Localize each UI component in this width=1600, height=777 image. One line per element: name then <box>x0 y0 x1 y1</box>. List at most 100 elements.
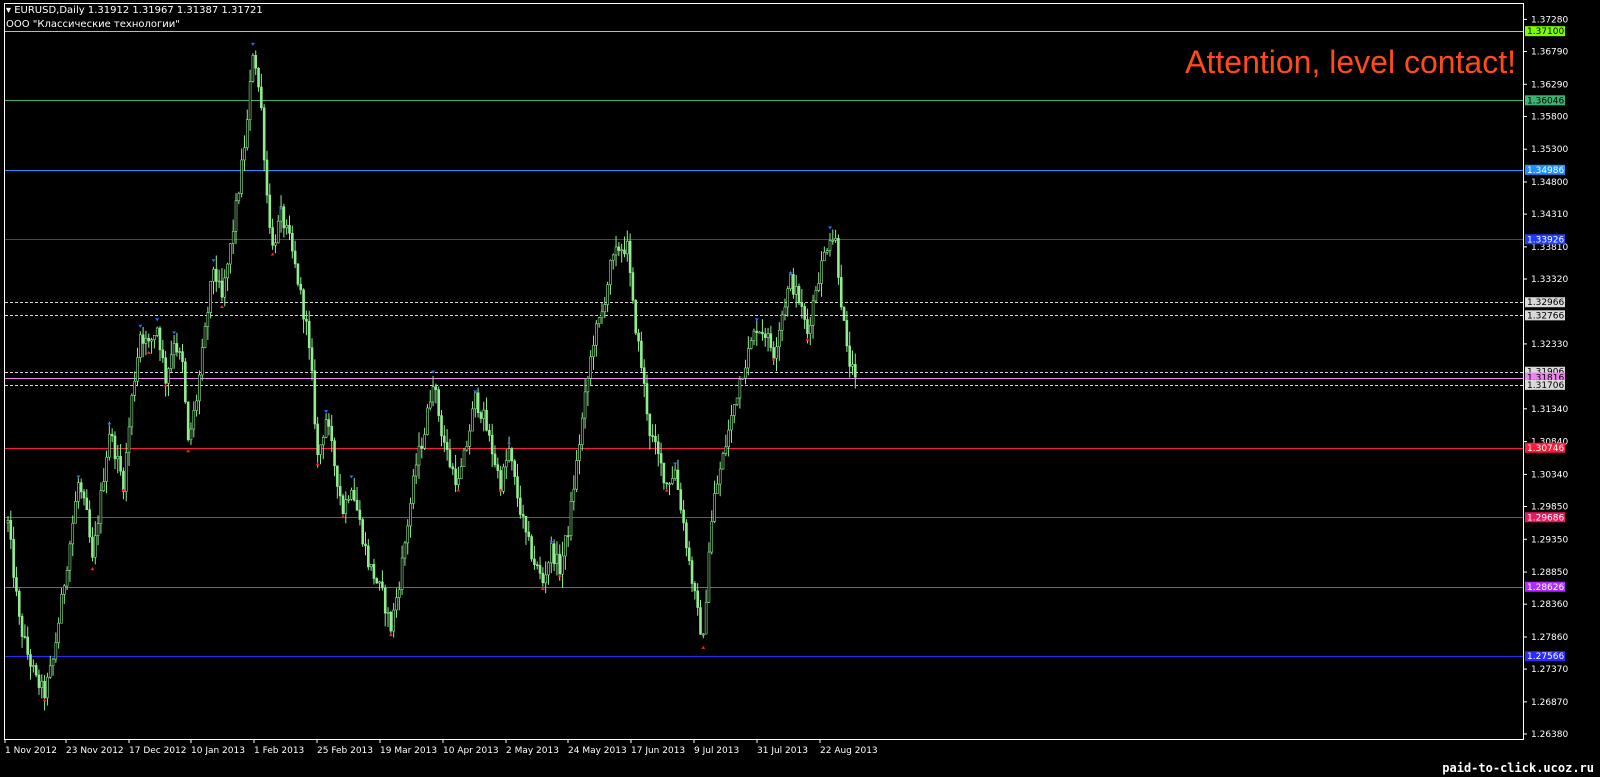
candle-body-297 <box>842 306 846 321</box>
candle-body-301 <box>854 364 857 378</box>
candle-body-255 <box>724 446 728 454</box>
candle-144 <box>412 468 415 510</box>
candle-body-281 <box>797 286 801 304</box>
candle-254 <box>721 451 725 470</box>
candle-body-190 <box>541 572 545 584</box>
candle-171 <box>488 423 491 442</box>
candle-274 <box>778 322 781 361</box>
candle-body-34 <box>102 481 106 492</box>
candle-body-277 <box>786 288 790 308</box>
candle-body-111 <box>319 444 322 455</box>
x-tick-label-3: 10 Jan 2013 <box>191 746 245 756</box>
candle-body-1 <box>9 520 13 540</box>
candle-93 <box>268 183 272 234</box>
candle-body-144 <box>412 475 415 504</box>
candle-273 <box>775 337 778 372</box>
dropdown-triangle-icon[interactable]: ▾ <box>6 5 11 16</box>
candle-192 <box>547 561 550 585</box>
candle-body-74 <box>215 268 218 282</box>
candle-body-138 <box>395 597 398 611</box>
y-tick-label-16: 1.28360 <box>1531 600 1568 610</box>
candle-body-213 <box>606 284 609 305</box>
candle-277 <box>786 285 790 317</box>
candle-225 <box>640 331 643 372</box>
candle-body-48 <box>141 334 145 344</box>
candle-body-231 <box>656 441 660 454</box>
candle-44 <box>130 393 134 436</box>
candle-body-221 <box>628 240 632 273</box>
candle-288 <box>817 272 821 293</box>
x-tick-label-13: 22 Aug 2013 <box>820 746 878 756</box>
candle-body-285 <box>808 325 812 334</box>
candle-body-5 <box>20 616 24 637</box>
candle-169 <box>482 401 486 432</box>
candle-body-160 <box>457 478 460 485</box>
time-axis[interactable]: 1 Nov 2012 23 Nov 2012 17 Dec 2012 10 Jan 2… <box>4 739 878 756</box>
candle-body-152 <box>434 386 438 390</box>
candle-body-234 <box>665 482 669 485</box>
candle-body-202 <box>575 460 578 490</box>
candle-body-24 <box>74 501 77 524</box>
symbol-info[interactable]: ▾ EURUSD,Daily 1.31912 1.31967 1.31387 1… <box>6 4 263 18</box>
candle-148 <box>423 427 426 451</box>
candle-body-145 <box>414 464 418 477</box>
candle-body-39 <box>116 456 120 460</box>
candle-body-191 <box>544 574 547 584</box>
candle-178 <box>507 436 511 463</box>
candle-body-220 <box>625 240 629 255</box>
candle-215 <box>611 253 615 270</box>
candle-88 <box>254 50 258 76</box>
candle-244 <box>693 581 697 600</box>
candle-159 <box>454 454 457 493</box>
candle-body-287 <box>814 290 818 302</box>
candle-body-158 <box>451 466 455 470</box>
candle-body-23 <box>71 522 75 545</box>
candle-46 <box>136 347 139 387</box>
candle-22 <box>68 540 72 582</box>
candle-body-133 <box>381 581 384 589</box>
candle-body-192 <box>547 562 550 576</box>
candle-20 <box>62 584 66 604</box>
level-price-label-10: 1.29686 <box>1525 512 1565 523</box>
candle-body-223 <box>634 299 638 334</box>
candle-body-19 <box>60 593 63 624</box>
candle-body-173 <box>493 453 497 466</box>
fractal-down-marker-14 <box>121 488 126 492</box>
candle-299 <box>848 331 851 378</box>
candle-105 <box>302 288 305 334</box>
candle-body-174 <box>496 464 500 471</box>
candle-body-148 <box>423 434 426 449</box>
candle-65 <box>189 422 193 446</box>
candle-45 <box>133 371 136 402</box>
fractal-down-marker-57 <box>456 488 461 492</box>
candle-260 <box>738 376 742 409</box>
candle-64 <box>186 401 190 442</box>
candle-68 <box>198 370 201 415</box>
candle-body-85 <box>245 119 249 149</box>
candle-body-76 <box>220 280 224 298</box>
candle-272 <box>772 341 775 366</box>
fractal-up-marker-20 <box>172 331 177 335</box>
candle-body-294 <box>834 238 837 241</box>
candle-body-280 <box>794 286 798 295</box>
candle-body-176 <box>502 466 505 492</box>
candle-body-186 <box>530 536 533 560</box>
candle-body-272 <box>772 347 775 359</box>
fractal-up-marker-35 <box>279 206 284 210</box>
candle-body-22 <box>68 543 72 571</box>
candle-132 <box>378 580 381 591</box>
candle-191 <box>544 561 547 594</box>
candle-89 <box>257 67 260 92</box>
candle-214 <box>609 259 612 295</box>
candle-156 <box>445 429 449 461</box>
candle-7 <box>26 626 30 660</box>
svg-text:1.30746: 1.30746 <box>1527 444 1564 454</box>
candle-body-193 <box>549 543 553 564</box>
candle-body-66 <box>192 410 196 430</box>
candle-12 <box>40 674 44 699</box>
candle-204 <box>580 412 584 451</box>
fractal-up-marker-44 <box>349 475 354 479</box>
candle-34 <box>102 468 106 492</box>
candle-122 <box>350 487 353 501</box>
price-chart[interactable]: 1.37280 1.36790 1.36290 1.35800 1.35300 1.348… <box>0 0 1600 777</box>
